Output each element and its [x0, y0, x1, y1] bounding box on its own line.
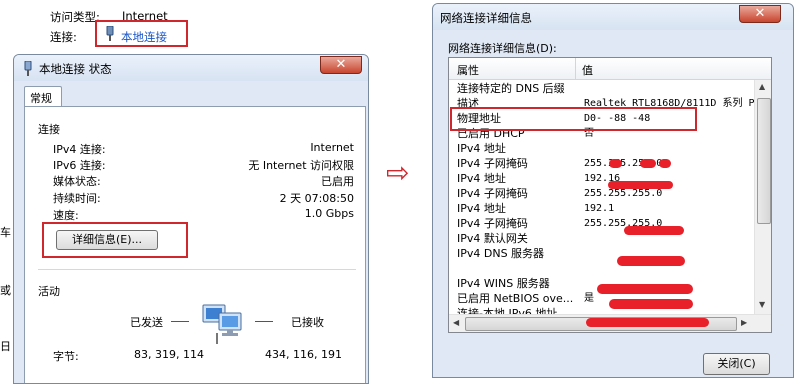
- detail-property: 已启用 NetBIOS ove...: [457, 292, 574, 305]
- network-adapter-icon: [22, 60, 34, 77]
- tab-panel: 连接 IPv4 连接: Internet IPv6 连接: 无 Internet…: [24, 106, 366, 383]
- redaction-mark: [659, 159, 671, 168]
- redaction-mark: [624, 226, 684, 235]
- column-header-value[interactable]: 值: [582, 62, 593, 78]
- access-type-label: 访问类型:: [50, 10, 100, 24]
- ipv4-connectivity-value: Internet: [310, 141, 354, 154]
- connection-label: 连接:: [50, 30, 77, 44]
- received-label: 已接收: [291, 316, 324, 329]
- connection-highlight: [95, 20, 188, 47]
- duration-label: 持续时间:: [53, 192, 101, 205]
- speed-label: 速度:: [53, 209, 79, 222]
- tab-general[interactable]: 常规: [24, 86, 62, 107]
- detail-property: IPv4 子网掩码: [457, 187, 528, 200]
- close-icon[interactable]: ✕: [739, 5, 781, 23]
- detail-row[interactable]: IPv4 DNS 服务器: [449, 246, 754, 261]
- status-dialog-title: 本地连接 状态: [39, 62, 112, 76]
- redaction-mark: [609, 299, 693, 309]
- scroll-thumb[interactable]: [757, 98, 771, 224]
- details-list[interactable]: 属性 值 连接特定的 DNS 后缀 描述 Realtek RTL8168D/8111…: [448, 57, 772, 333]
- close-button-label: 关闭(C): [717, 357, 756, 370]
- left-edge-char-3: 日: [0, 340, 11, 353]
- media-state-label: 媒体状态:: [53, 175, 101, 188]
- redaction-mark: [609, 159, 622, 168]
- scroll-right-icon[interactable]: ▶: [741, 318, 747, 327]
- section-connection-heading: 连接: [38, 123, 60, 136]
- column-header-property[interactable]: 属性: [457, 62, 479, 78]
- details-button-highlight: [42, 222, 188, 258]
- detail-row[interactable]: IPv4 地址 192.16: [449, 171, 754, 186]
- detail-property: IPv4 DNS 服务器: [457, 247, 545, 260]
- network-computers-icon: [197, 303, 249, 345]
- redaction-mark: [640, 159, 656, 168]
- arrow-right-icon: ⇨: [386, 156, 410, 189]
- detail-row[interactable]: IPv4 子网掩码 255.255.255.0: [449, 156, 754, 171]
- detail-property: IPv4 WINS 服务器: [457, 277, 550, 290]
- detail-property: IPv4 地址: [457, 172, 506, 185]
- detail-row[interactable]: IPv4 地址 192.1: [449, 201, 754, 216]
- detail-value: 是: [584, 293, 594, 304]
- detail-property: 连接特定的 DNS 后缀: [457, 82, 565, 95]
- details-list-header: 属性 值: [449, 58, 771, 80]
- details-dialog: 网络连接详细信息 ✕ 网络连接详细信息(D): 属性 值 连接特定的 DNS 后…: [432, 3, 794, 378]
- column-divider: [575, 58, 576, 79]
- detail-property: IPv4 子网掩码: [457, 217, 528, 230]
- ipv4-connectivity-label: IPv4 连接:: [53, 143, 106, 156]
- details-dialog-title: 网络连接详细信息: [440, 11, 532, 25]
- section-activity-heading: 活动: [38, 285, 60, 298]
- detail-row[interactable]: IPv4 子网掩码 255.255.255.0: [449, 186, 754, 201]
- ipv6-connectivity-value: 无 Internet 访问权限: [248, 159, 354, 172]
- detail-row[interactable]: IPv4 子网掩码 255.255.255.0: [449, 216, 754, 231]
- ipv6-connectivity-label: IPv6 连接:: [53, 159, 106, 172]
- scroll-left-icon[interactable]: ◀: [453, 318, 459, 327]
- sent-label: 已发送: [130, 316, 163, 329]
- close-button[interactable]: 关闭(C): [703, 353, 770, 375]
- bytes-sent-value: 83, 319, 114: [134, 348, 204, 361]
- media-state-value: 已启用: [321, 175, 354, 188]
- scroll-up-icon[interactable]: ▲: [759, 82, 765, 91]
- detail-row[interactable]: [449, 261, 754, 276]
- redaction-mark: [617, 256, 685, 266]
- bytes-label: 字节:: [53, 350, 79, 363]
- sent-dash: [171, 321, 189, 322]
- detail-property: IPv4 默认网关: [457, 232, 528, 245]
- section-divider: [38, 269, 356, 270]
- detail-row[interactable]: IPv4 地址: [449, 141, 754, 156]
- detail-property: IPv4 地址: [457, 142, 506, 155]
- physical-address-highlight: [450, 107, 697, 131]
- detail-value: 192.1: [584, 203, 615, 214]
- detail-property: IPv4 子网掩码: [457, 157, 528, 170]
- left-edge-char-1: 车: [0, 226, 11, 239]
- status-dialog: 本地连接 状态 ✕ 常规 连接 IPv4 连接: Internet IPv6 连…: [13, 54, 369, 384]
- bytes-received-value: 434, 116, 191: [265, 348, 342, 361]
- details-list-caption: 网络连接详细信息(D):: [448, 42, 557, 55]
- detail-row[interactable]: 连接特定的 DNS 后缀: [449, 81, 754, 96]
- tab-general-label: 常规: [30, 92, 52, 105]
- close-icon[interactable]: ✕: [320, 56, 362, 74]
- top-fragment: 访问类型: Internet 连接: 本地连接: [0, 0, 360, 50]
- detail-row[interactable]: IPv4 默认网关: [449, 231, 754, 246]
- detail-property: IPv4 地址: [457, 202, 506, 215]
- scroll-down-icon[interactable]: ▼: [759, 300, 765, 309]
- duration-value: 2 天 07:08:50: [279, 192, 354, 205]
- received-dash: [255, 321, 273, 322]
- redaction-mark: [597, 284, 693, 294]
- redaction-mark: [586, 318, 709, 327]
- redaction-mark: [608, 181, 673, 189]
- speed-value: 1.0 Gbps: [304, 207, 354, 220]
- vertical-scrollbar[interactable]: ▲ ▼: [754, 80, 771, 314]
- left-edge-char-2: 或: [0, 284, 11, 297]
